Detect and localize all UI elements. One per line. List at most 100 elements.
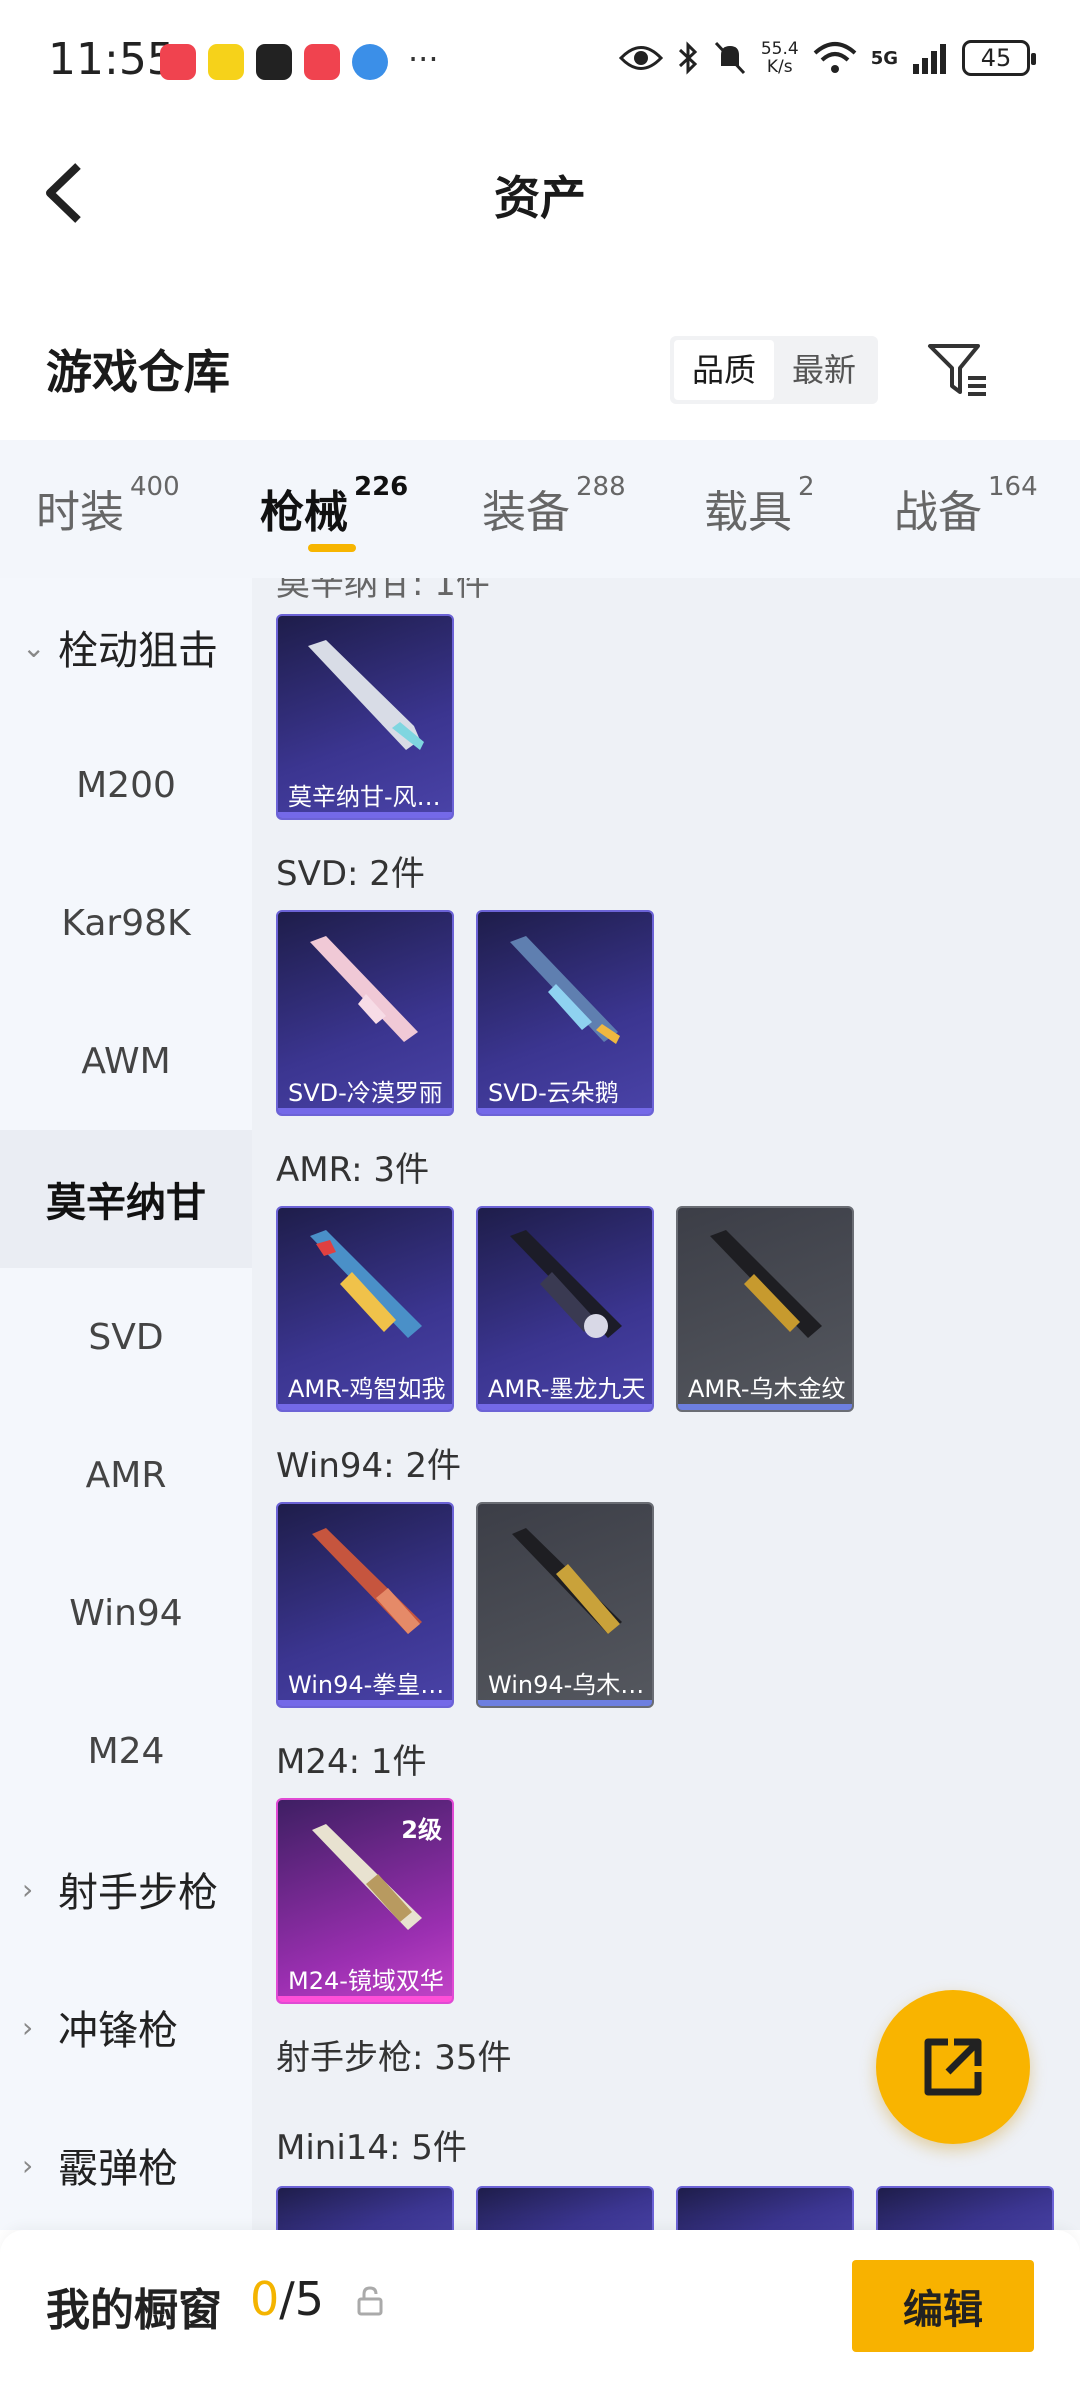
weapon-card[interactable]: 2级 M24-镜域双华	[276, 1798, 454, 2004]
shopping-app-icon-2	[304, 44, 340, 80]
level-badge: 2级	[401, 1816, 442, 1844]
battery-icon: 45	[962, 40, 1036, 76]
wifi-icon	[813, 42, 857, 73]
weapon-grid: 莫辛纳甘: 1件 莫辛纳甘-风… SVD: 2件 SVD-冷漠罗丽 SVD-云朵…	[252, 578, 1080, 2230]
weapon-card[interactable]	[476, 2186, 654, 2230]
tab-battle-prep[interactable]: 战备 164	[894, 472, 1038, 540]
active-tab-indicator	[308, 544, 356, 552]
tab-guns[interactable]: 枪械 226	[260, 472, 408, 540]
signal-icon	[913, 44, 946, 74]
chevron-down-icon: ⌄	[22, 630, 46, 664]
showcase-label: 我的橱窗	[46, 2285, 222, 2336]
share-fab[interactable]	[876, 1990, 1030, 2144]
rifle-icon	[710, 1230, 822, 1338]
browser-app-icon	[352, 44, 388, 80]
sidebar-group-marksman-rifle[interactable]: › 射手步枪	[0, 1820, 252, 1958]
rifle-icon	[310, 936, 418, 1042]
weapon-card[interactable]: AMR-墨龙九天	[476, 1206, 654, 1412]
shopping-app-icon	[160, 44, 196, 80]
weapon-card[interactable]: SVD-云朵鹅	[476, 910, 654, 1116]
chevron-right-icon: ›	[22, 2148, 34, 2182]
notification-icons: ···	[160, 40, 439, 80]
weapon-category-sidebar: ⌄ 栓动狙击 M200 Kar98K AWM 莫辛纳甘 SVD AMR Win9…	[0, 578, 252, 2230]
rarity-bar	[278, 812, 452, 818]
weapon-name: M24-镜域双华	[288, 1967, 444, 1995]
rarity-bar	[278, 1108, 452, 1114]
chevron-right-icon: ›	[22, 2010, 34, 2044]
sidebar-item-amr[interactable]: AMR	[0, 1406, 252, 1544]
sidebar-item-m200[interactable]: M200	[0, 716, 252, 854]
filter-icon[interactable]	[926, 338, 990, 402]
weapon-card[interactable]: Win94-拳皇…	[276, 1502, 454, 1708]
weapon-card[interactable]: 莫辛纳甘-风…	[276, 614, 454, 820]
weapon-name: AMR-乌木金纹	[688, 1375, 846, 1403]
weapon-card[interactable]	[876, 2186, 1054, 2230]
warehouse-title: 游戏仓库	[46, 345, 230, 399]
soul-app-icon	[256, 44, 292, 80]
section-label-mosin: 莫辛纳甘: 1件	[276, 578, 490, 604]
status-bar: 11:55 ··· 55.4 K/s 5G 45	[0, 0, 1080, 120]
rifle-icon	[510, 1230, 622, 1338]
sidebar-item-svd[interactable]: SVD	[0, 1268, 252, 1406]
rifle-icon	[510, 936, 620, 1044]
sort-quality-option[interactable]: 品质	[674, 340, 775, 400]
weapon-card[interactable]	[676, 2186, 854, 2230]
sidebar-item-win94[interactable]: Win94	[0, 1544, 252, 1682]
rarity-bar	[478, 1404, 652, 1410]
category-tabs: 时装 400 枪械 226 装备 288 载具 2 战备 164	[0, 440, 1080, 578]
weapon-card[interactable]: Win94-乌木…	[476, 1502, 654, 1708]
section-label-marksman: 射手步枪: 35件	[276, 2038, 512, 2078]
status-time: 11:55	[48, 34, 175, 85]
weapon-card[interactable]: SVD-冷漠罗丽	[276, 910, 454, 1116]
weapon-card[interactable]: AMR-乌木金纹	[676, 1206, 854, 1412]
rifle-icon	[312, 1528, 422, 1634]
showcase-count: 0/5	[250, 2272, 325, 2326]
sidebar-group-shotgun[interactable]: › 霰弹枪	[0, 2096, 252, 2230]
sidebar-item-mosin[interactable]: 莫辛纳甘	[0, 1130, 252, 1268]
showcase-bar: 我的橱窗 0/5 编辑	[0, 2230, 1080, 2382]
rarity-bar	[278, 1700, 452, 1706]
rifle-icon	[512, 1528, 622, 1634]
section-label-mini14: Mini14: 5件	[276, 2128, 467, 2168]
eye-icon	[618, 46, 663, 70]
sidebar-item-m24[interactable]: M24	[0, 1682, 252, 1820]
section-label-amr: AMR: 3件	[276, 1150, 430, 1190]
network-type: 5G	[870, 47, 898, 69]
rifle-icon	[308, 640, 424, 750]
rarity-bar	[478, 1700, 652, 1706]
game-app-icon	[208, 44, 244, 80]
warehouse-bar: 游戏仓库 品质 最新	[0, 320, 1080, 440]
weapon-name: 莫辛纳甘-风…	[288, 783, 441, 811]
weapon-name: AMR-墨龙九天	[488, 1375, 646, 1403]
rarity-bar	[278, 1996, 452, 2002]
weapon-name: SVD-冷漠罗丽	[288, 1079, 443, 1107]
edit-button[interactable]: 编辑	[852, 2260, 1034, 2352]
share-icon	[924, 2038, 982, 2096]
page-title: 资产	[494, 171, 586, 225]
weapon-card[interactable]: AMR-鸡智如我	[276, 1206, 454, 1412]
weapon-name: SVD-云朵鹅	[488, 1079, 619, 1107]
rarity-bar	[678, 1404, 852, 1410]
status-right: 55.4 K/s 5G 45	[618, 39, 1036, 77]
sidebar-group-bolt-sniper[interactable]: ⌄ 栓动狙击	[0, 578, 252, 716]
chevron-right-icon: ›	[22, 1872, 34, 1906]
sidebar-item-kar98k[interactable]: Kar98K	[0, 854, 252, 992]
weapon-card[interactable]	[276, 2186, 454, 2230]
section-label-svd: SVD: 2件	[276, 854, 425, 894]
tab-fashion[interactable]: 时装 400	[36, 472, 180, 540]
tab-vehicles[interactable]: 载具 2	[704, 472, 815, 540]
top-header: 资产	[0, 120, 1080, 260]
section-label-win94: Win94: 2件	[276, 1446, 462, 1486]
tab-equipment[interactable]: 装备 288	[482, 472, 626, 540]
sort-newest-option[interactable]: 最新	[774, 340, 874, 400]
section-label-m24: M24: 1件	[276, 1742, 427, 1782]
weapon-name: AMR-鸡智如我	[288, 1375, 446, 1403]
mute-bell-icon	[714, 41, 745, 75]
sidebar-group-smg[interactable]: › 冲锋枪	[0, 1958, 252, 2096]
net-speed: 55.4 K/s	[760, 39, 799, 77]
more-notifications-icon: ···	[408, 40, 439, 78]
weapon-name: Win94-拳皇…	[288, 1671, 445, 1699]
sidebar-item-awm[interactable]: AWM	[0, 992, 252, 1130]
rarity-bar	[278, 1404, 452, 1410]
rifle-icon	[310, 1230, 422, 1338]
